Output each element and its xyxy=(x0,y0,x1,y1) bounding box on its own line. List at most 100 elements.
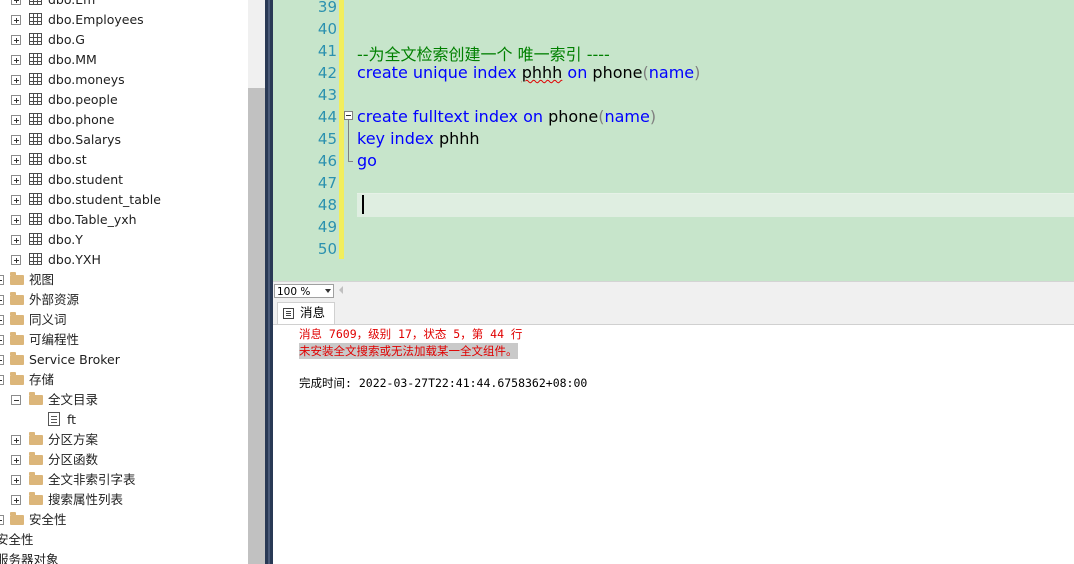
table-icon xyxy=(29,0,42,5)
line-number: 43 xyxy=(317,86,337,104)
tree-node[interactable]: dbo.Salarys xyxy=(0,130,248,150)
tree-node[interactable]: dbo.G xyxy=(0,30,248,50)
tree-node-label: 视图 xyxy=(29,272,55,287)
tree-node[interactable]: dbo.Employees xyxy=(0,10,248,30)
zoom-dropdown[interactable]: 100 % xyxy=(274,284,334,298)
line-number: 42 xyxy=(317,64,337,82)
line-number: 46 xyxy=(317,152,337,170)
expand-icon[interactable] xyxy=(11,15,21,25)
collapse-icon[interactable] xyxy=(11,395,21,405)
sql-keyword: on xyxy=(567,63,588,82)
expand-icon[interactable] xyxy=(0,375,4,385)
table-icon xyxy=(29,33,42,45)
table-icon xyxy=(29,113,42,125)
expand-icon[interactable] xyxy=(11,175,21,185)
tree-node[interactable]: 安全性 xyxy=(0,530,248,550)
code-line[interactable]: --为全文检索创建一个 唯一索引 ---- xyxy=(357,41,610,65)
folder-icon xyxy=(10,352,24,365)
tree-node-label: Service Broker xyxy=(29,352,120,367)
tree-node[interactable]: 安全性 xyxy=(0,510,248,530)
tree-node[interactable]: Service Broker xyxy=(0,350,248,370)
tree-node[interactable]: 服务器对象 xyxy=(0,550,248,564)
code-line[interactable]: key index phhh xyxy=(357,129,480,148)
expand-icon[interactable] xyxy=(0,355,4,365)
expand-icon[interactable] xyxy=(11,75,21,85)
expand-icon[interactable] xyxy=(0,315,4,325)
text-caret xyxy=(362,195,364,214)
fold-guide-line xyxy=(348,120,349,162)
tree-node[interactable]: 外部资源 xyxy=(0,290,248,310)
expand-icon[interactable] xyxy=(0,295,4,305)
folder-icon xyxy=(29,472,43,485)
tree-node-label: 全文非索引字表 xyxy=(48,472,136,487)
expand-icon[interactable] xyxy=(11,495,21,505)
sql-token: phhh xyxy=(521,63,563,82)
expand-icon[interactable] xyxy=(11,235,21,245)
expand-icon[interactable] xyxy=(0,335,4,345)
tree-node[interactable]: dbo.people xyxy=(0,90,248,110)
tree-node[interactable]: 搜索属性列表 xyxy=(0,490,248,510)
sql-keyword: index xyxy=(474,107,519,126)
expand-icon[interactable] xyxy=(11,95,21,105)
code-line[interactable]: create unique index phhh on phone(name) xyxy=(357,63,700,82)
expand-icon[interactable] xyxy=(11,55,21,65)
expand-icon[interactable] xyxy=(0,275,4,285)
expand-icon[interactable] xyxy=(11,195,21,205)
expand-icon[interactable] xyxy=(11,475,21,485)
expand-icon[interactable] xyxy=(11,135,21,145)
folder-icon xyxy=(29,492,43,505)
tree-node[interactable]: 可编程性 xyxy=(0,330,248,350)
tree-node-label: dbo.Em xyxy=(48,0,95,10)
tree-node[interactable]: dbo.student_table xyxy=(0,190,248,210)
tree-node[interactable]: 全文目录 xyxy=(0,390,248,410)
tree-node-label: dbo.MM xyxy=(48,52,97,67)
panel-splitter[interactable] xyxy=(265,0,273,564)
folder-icon xyxy=(29,452,43,465)
table-icon xyxy=(29,173,42,185)
tree-node[interactable]: dbo.moneys xyxy=(0,70,248,90)
query-editor[interactable]: 39 40 41 --为全文检索创建一个 唯一索引 ---- 42 create uniq… xyxy=(273,0,1074,281)
expand-icon[interactable] xyxy=(11,255,21,265)
line-number: 50 xyxy=(317,240,337,258)
sql-token: phone xyxy=(543,107,599,126)
tree-node[interactable]: dbo.Y xyxy=(0,230,248,250)
tree-node[interactable]: 同义词 xyxy=(0,310,248,330)
tree-node-label: dbo.moneys xyxy=(48,72,125,87)
expand-icon[interactable] xyxy=(11,35,21,45)
expand-icon[interactable] xyxy=(11,0,21,5)
tree-node[interactable]: dbo.YXH xyxy=(0,250,248,270)
explorer-scrollbar-thumb[interactable] xyxy=(248,88,265,564)
explorer-scrollbar[interactable] xyxy=(248,0,265,564)
folder-icon xyxy=(10,372,24,385)
tree-node[interactable]: 存储 xyxy=(0,370,248,390)
line-number: 49 xyxy=(317,218,337,236)
expand-icon[interactable] xyxy=(0,515,4,525)
tree-node[interactable]: dbo.Em xyxy=(0,0,248,10)
expand-icon[interactable] xyxy=(11,455,21,465)
tree-node[interactable]: dbo.st xyxy=(0,150,248,170)
folder-icon xyxy=(29,392,43,405)
tree-node[interactable]: 全文非索引字表 xyxy=(0,470,248,490)
expand-icon[interactable] xyxy=(11,215,21,225)
collapse-icon[interactable] xyxy=(344,111,353,120)
code-line[interactable]: go xyxy=(357,151,377,170)
table-icon xyxy=(29,93,42,105)
tree-node[interactable]: 分区函数 xyxy=(0,450,248,470)
tree-node[interactable]: dbo.MM xyxy=(0,50,248,70)
tree-node[interactable]: dbo.Table_yxh xyxy=(0,210,248,230)
tree-node[interactable]: 视图 xyxy=(0,270,248,290)
tree-node[interactable]: dbo.student xyxy=(0,170,248,190)
tab-messages[interactable]: 消息 xyxy=(277,302,335,324)
tree-node[interactable]: dbo.phone xyxy=(0,110,248,130)
folder-icon xyxy=(10,292,24,305)
code-line[interactable]: create fulltext index on phone(name) xyxy=(357,107,656,126)
expand-icon[interactable] xyxy=(11,115,21,125)
scroll-left-arrow-icon[interactable] xyxy=(339,286,343,294)
tree-node[interactable]: ft xyxy=(0,410,248,430)
change-tracking-bar xyxy=(339,0,344,259)
fold-guide-end xyxy=(348,161,353,162)
tree-node[interactable]: 分区方案 xyxy=(0,430,248,450)
expand-icon[interactable] xyxy=(11,155,21,165)
expand-icon[interactable] xyxy=(11,435,21,445)
folder-icon xyxy=(29,432,43,445)
